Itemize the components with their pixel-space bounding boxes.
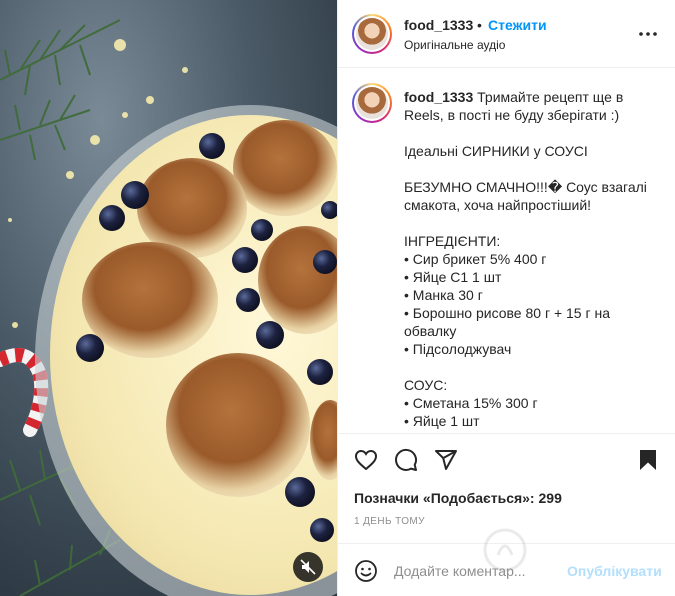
follow-button[interactable]: Стежити (488, 17, 547, 33)
more-icon[interactable] (638, 24, 658, 44)
post-timestamp[interactable]: 1 ДЕНЬ ТОМУ (354, 516, 425, 527)
avatar[interactable] (352, 14, 392, 54)
comment-icon[interactable] (394, 448, 418, 472)
bookmark-icon[interactable] (636, 448, 660, 472)
mute-icon (300, 559, 316, 575)
caption-avatar[interactable] (352, 83, 392, 123)
audio-link[interactable]: Оригінальне аудіо (404, 38, 505, 52)
share-icon[interactable] (434, 448, 458, 472)
post-header: food_1333 • Стежити Оригінальне аудіо (338, 0, 675, 68)
likes-count[interactable]: Позначки «Подобається»: 299 (354, 490, 562, 506)
caption: food_1333 Тримайте рецепт ще в Reels, в … (338, 69, 675, 433)
username-link[interactable]: food_1333 (404, 17, 473, 33)
heart-icon[interactable] (354, 448, 378, 472)
likes-label: Позначки «Подобається»: (354, 490, 535, 506)
caption-body: Тримайте рецепт ще в Reels, в пості не б… (404, 89, 647, 429)
post-panel: food_1333 • Стежити Оригінальне аудіо fo… (337, 0, 675, 596)
caption-username[interactable]: food_1333 (404, 89, 473, 105)
caption-text: food_1333 Тримайте рецепт ще в Reels, в … (404, 88, 666, 430)
likes-number: 299 (538, 490, 562, 506)
mute-button[interactable] (293, 552, 323, 582)
post-photo (0, 0, 337, 596)
post-dialog: food_1333 • Стежити Оригінальне аудіо fo… (0, 0, 675, 596)
emoji-icon[interactable] (354, 559, 378, 583)
separator-dot: • (477, 17, 482, 33)
post-media[interactable] (0, 0, 337, 596)
oboz-watermark (483, 528, 527, 572)
